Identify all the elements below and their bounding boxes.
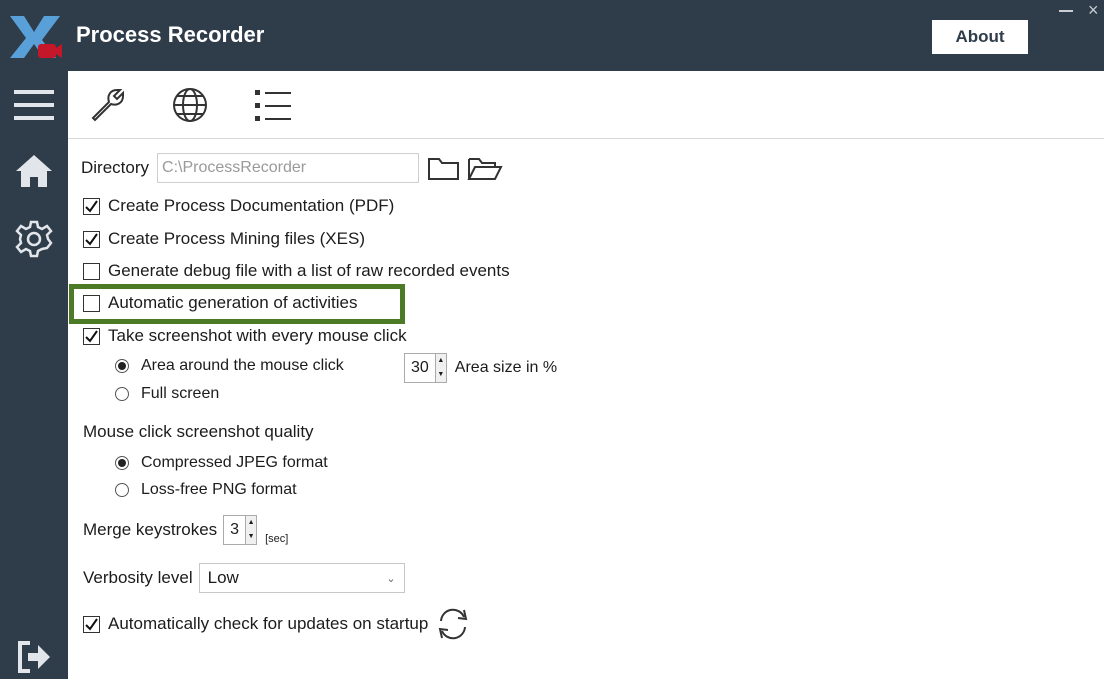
directory-label: Directory [81, 158, 150, 177]
jpeg-radio[interactable] [115, 456, 129, 470]
wrench-icon[interactable] [84, 81, 132, 129]
create-pdf-checkbox[interactable] [83, 197, 100, 215]
png-row[interactable]: Loss-free PNG format [115, 481, 297, 499]
menu-icon[interactable] [10, 81, 58, 129]
area-mouse-radio[interactable] [115, 359, 129, 373]
verbosity-label: Verbosity level [83, 568, 193, 587]
folder-open-icon[interactable] [467, 155, 503, 181]
area-size-label: Area size in % [454, 359, 558, 376]
stepper-down-icon[interactable]: ▼ [246, 530, 256, 544]
jpeg-row[interactable]: Compressed JPEG format [115, 454, 328, 472]
create-pdf-row[interactable]: Create Process Documentation (PDF) [83, 196, 394, 216]
stepper-up-icon[interactable]: ▲ [436, 354, 446, 368]
updates-row[interactable]: Automatically check for updates on start… [83, 607, 470, 641]
merge-row: Merge keystrokes 3 ▲ ▼ [sec] [83, 515, 288, 545]
chevron-down-icon: ⌄ [386, 572, 396, 585]
area-size-value: 30 [411, 359, 429, 376]
area-mouse-row[interactable]: Area around the mouse click [115, 357, 344, 375]
debug-file-label: Generate debug file with a list of raw r… [108, 261, 510, 280]
stepper-down-icon[interactable]: ▼ [436, 368, 446, 382]
sidebar [0, 71, 68, 679]
verbosity-row: Verbosity level Low ⌄ [83, 563, 405, 593]
debug-file-row[interactable]: Generate debug file with a list of raw r… [83, 261, 510, 281]
create-xes-row[interactable]: Create Process Mining files (XES) [83, 229, 365, 249]
quality-heading: Mouse click screenshot quality [83, 422, 314, 441]
verbosity-select[interactable]: Low ⌄ [198, 563, 405, 593]
auto-activities-row[interactable]: Automatic generation of activities [83, 293, 357, 313]
jpeg-label: Compressed JPEG format [141, 454, 328, 471]
home-icon[interactable] [10, 147, 58, 195]
verbosity-value: Low [207, 568, 239, 587]
directory-row: Directory C:\ProcessRecorder [81, 153, 503, 183]
png-label: Loss-free PNG format [141, 481, 297, 498]
folder-icon[interactable] [427, 155, 461, 181]
full-screen-label: Full screen [141, 385, 220, 402]
merge-stepper[interactable]: 3 ▲ ▼ [223, 515, 258, 545]
globe-icon[interactable] [166, 81, 214, 129]
create-xes-label: Create Process Mining files (XES) [108, 229, 365, 248]
screenshot-checkbox[interactable] [83, 327, 100, 345]
merge-unit: [sec] [265, 533, 289, 545]
debug-file-checkbox[interactable] [83, 262, 100, 280]
stepper-up-icon[interactable]: ▲ [246, 516, 256, 530]
about-button[interactable]: About [932, 20, 1028, 54]
close-button[interactable]: × [1088, 1, 1099, 19]
minimize-button[interactable] [1059, 10, 1073, 12]
full-screen-radio[interactable] [115, 387, 129, 401]
list-icon[interactable] [248, 81, 296, 129]
merge-value: 3 [230, 521, 240, 538]
app-logo [10, 16, 62, 58]
area-size-row: 30 ▲ ▼ Area size in % [398, 353, 557, 383]
updates-checkbox[interactable] [83, 615, 100, 633]
merge-label: Merge keystrokes [83, 520, 218, 539]
title-bar: Process Recorder About × [0, 0, 1104, 71]
auto-activities-checkbox[interactable] [83, 294, 100, 312]
create-xes-checkbox[interactable] [83, 230, 100, 248]
screenshot-label: Take screenshot with every mouse click [108, 326, 407, 345]
full-screen-row[interactable]: Full screen [115, 385, 219, 403]
create-pdf-label: Create Process Documentation (PDF) [108, 196, 395, 215]
auto-activities-label: Automatic generation of activities [108, 293, 358, 312]
directory-input[interactable]: C:\ProcessRecorder [157, 153, 420, 183]
gear-icon[interactable] [10, 215, 58, 263]
area-mouse-label: Area around the mouse click [141, 357, 344, 374]
toolbar [68, 71, 1104, 139]
screenshot-row[interactable]: Take screenshot with every mouse click [83, 326, 407, 346]
updates-label: Automatically check for updates on start… [108, 614, 429, 633]
png-radio[interactable] [115, 483, 129, 497]
refresh-icon[interactable] [436, 607, 470, 641]
app-title: Process Recorder [76, 22, 265, 47]
logout-icon[interactable] [10, 633, 58, 681]
area-size-stepper[interactable]: 30 ▲ ▼ [404, 353, 447, 383]
